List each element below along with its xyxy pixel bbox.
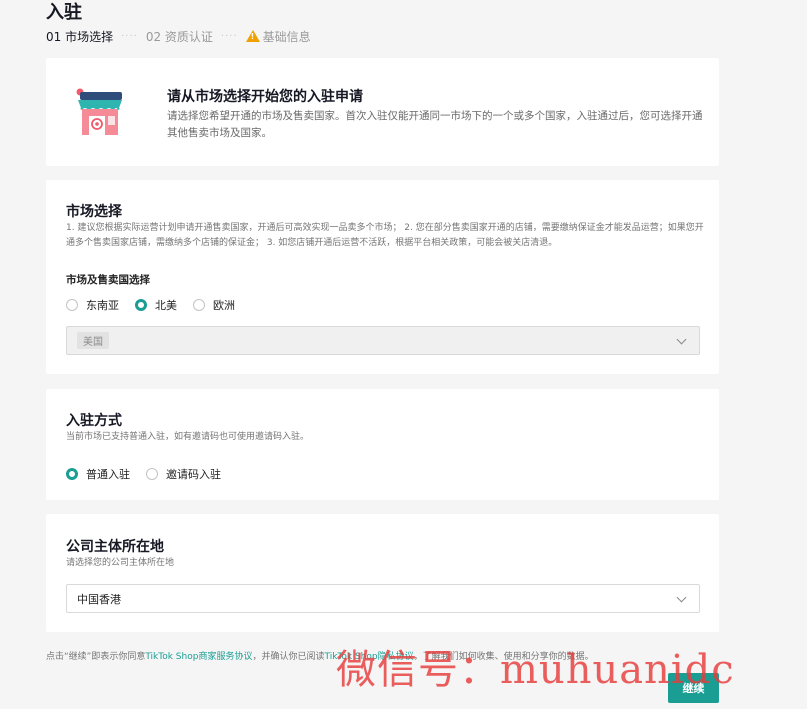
radio-normal-entry[interactable]: 普通入驻 [66,466,130,482]
market-title: 市场选择 [66,204,122,220]
market-description: 1. 建议您根据实际运营计划申请开通售卖国家，开通后可高效实现一品卖多个市场； … [66,223,704,248]
step-indicator: 01 市场选择 ···· 02 资质认证 ···· 基础信息 [46,28,311,44]
radio-europe[interactable]: 欧洲 [193,297,235,313]
merchant-agreement-link[interactable]: TikTok Shop商家服务协议 [145,652,252,662]
radio-circle [66,299,78,311]
step-separator: ···· [220,30,238,42]
radio-circle [193,299,205,311]
step-basic-info: 基础信息 [262,29,311,44]
chevron-down-icon [676,592,687,603]
radio-circle [66,468,78,480]
step-market: 01 市场选择 [46,29,114,44]
method-card: 入驻方式 当前市场已支持普通入驻，如有邀请码也可使用邀请码入驻。 普通入驻 邀请… [46,389,719,500]
warning-icon [245,30,260,42]
intro-card: 请从市场选择开始您的入驻申请 请选择您希望开通的市场及售卖国家。首次入驻仅能开通… [46,58,719,166]
market-card: 市场选择 1. 建议您根据实际运营计划申请开通售卖国家，开通后可高效实现一品卖多… [46,180,719,374]
market-radio-group: 东南亚 北美 欧洲 [66,297,251,313]
country-select[interactable]: 美国 [66,326,700,355]
company-card: 公司主体所在地 请选择您的公司主体所在地 中国香港 [46,514,719,632]
method-radio-group: 普通入驻 邀请码入驻 [66,466,237,482]
agreement-prefix: 点击“继续”即表示你同意 [46,652,146,662]
shop-icon [76,88,122,135]
company-location-select[interactable]: 中国香港 [66,584,700,613]
radio-circle [146,468,158,480]
chevron-down-icon [676,334,687,345]
agreement-middle: ，并确认你已阅读 [252,652,325,662]
watermark-text: 微信号：muhuanidc [336,647,735,693]
step-qualification: 02 资质认证 [145,29,213,44]
radio-label: 邀请码入驻 [166,468,221,481]
radio-label: 东南亚 [86,299,119,312]
intro-description: 请选择您希望开通的市场及售卖国家。首次入驻仅能开通同一市场下的一个或多个国家，入… [167,110,703,139]
method-title: 入驻方式 [66,413,122,429]
market-subtitle: 市场及售卖国选择 [66,274,150,286]
company-location-value: 中国香港 [77,592,121,606]
company-title: 公司主体所在地 [66,539,164,555]
radio-southeast-asia[interactable]: 东南亚 [66,297,119,313]
radio-label: 普通入驻 [86,468,130,481]
radio-circle [135,299,147,311]
company-description: 请选择您的公司主体所在地 [66,558,175,568]
step-separator: ···· [121,30,138,42]
radio-north-america[interactable]: 北美 [135,297,177,313]
radio-label: 欧洲 [213,299,235,312]
page-title: 入驻 [46,2,82,23]
radio-invite-code-entry[interactable]: 邀请码入驻 [146,466,221,482]
method-description: 当前市场已支持普通入驻，如有邀请码也可使用邀请码入驻。 [66,432,310,442]
radio-label: 北美 [155,299,177,312]
intro-title: 请从市场选择开始您的入驻申请 [167,89,363,105]
country-tag: 美国 [77,332,109,349]
